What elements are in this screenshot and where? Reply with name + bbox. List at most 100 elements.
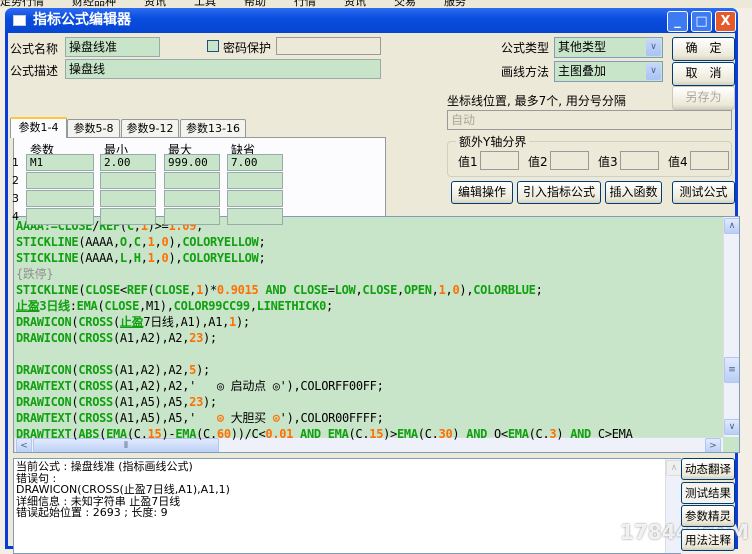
scroll-up-icon[interactable]: ∧ bbox=[724, 218, 739, 234]
maximize-button[interactable]: □ bbox=[691, 11, 712, 32]
code-token: ; bbox=[326, 299, 333, 313]
bg-menu-item: 行情 bbox=[294, 0, 316, 8]
side-button[interactable]: 参数精灵 bbox=[681, 505, 735, 527]
side-button[interactable]: 动态翻译 bbox=[681, 458, 735, 480]
code-token: C>EMA bbox=[597, 427, 633, 441]
code-token: OPEN bbox=[403, 283, 432, 297]
code-token: (AAAA, bbox=[78, 251, 120, 265]
param-cell[interactable]: M1 bbox=[26, 154, 94, 171]
extra-y-input[interactable] bbox=[690, 151, 729, 170]
test-formula-button[interactable]: 测试公式 bbox=[672, 181, 735, 204]
param-row-number: 1 bbox=[12, 156, 19, 169]
tab-params-13-16[interactable]: 参数13-16 bbox=[180, 119, 246, 138]
code-token: DRAWTEXT bbox=[16, 427, 72, 441]
extra-y-label: 值3 bbox=[598, 155, 618, 169]
cancel-button[interactable]: 取 消 bbox=[672, 62, 735, 86]
side-button[interactable]: 测试结果 bbox=[681, 481, 735, 504]
extra-y-label: 值1 bbox=[458, 155, 478, 169]
extra-y-input[interactable] bbox=[550, 151, 589, 170]
scroll-up-icon[interactable]: ∧ bbox=[666, 460, 682, 476]
extra-y-input[interactable] bbox=[480, 151, 519, 170]
code-token: ; bbox=[535, 283, 543, 297]
code-token: ( bbox=[147, 283, 155, 297]
code-token: ); bbox=[203, 395, 217, 409]
code-token: (A1,A2),A2,' ◎ 启动点 ◎'), bbox=[112, 379, 301, 393]
code-token: (C. bbox=[417, 427, 439, 441]
code-line: STICKLINE(AAAA,L,H,1,0),COLORYELLOW; bbox=[16, 250, 266, 266]
side-button[interactable]: 用法注释 bbox=[681, 528, 735, 551]
draw-select[interactable]: 主图叠加 ∨ bbox=[554, 61, 663, 82]
param-cell[interactable] bbox=[164, 190, 220, 207]
param-cell[interactable] bbox=[227, 172, 283, 189]
code-token: AND bbox=[293, 427, 328, 441]
param-cell[interactable]: 2.00 bbox=[100, 154, 156, 171]
code-token: , bbox=[249, 299, 257, 313]
param-cell[interactable]: 999.00 bbox=[164, 154, 220, 171]
insert-function-button[interactable]: 插入函数 bbox=[605, 181, 662, 204]
code-token: , bbox=[140, 235, 148, 249]
param-cell[interactable] bbox=[227, 190, 283, 207]
param-cell[interactable] bbox=[100, 190, 156, 207]
code-token: )- bbox=[161, 427, 176, 441]
code-token: , bbox=[126, 251, 134, 265]
code-token: '), bbox=[279, 411, 301, 425]
code-token: : bbox=[69, 299, 77, 313]
scroll-down-icon[interactable]: ∨ bbox=[724, 419, 739, 435]
scroll-right-icon[interactable]: > bbox=[705, 438, 721, 452]
param-cell[interactable] bbox=[26, 172, 94, 189]
tab-params-5-8[interactable]: 参数5-8 bbox=[67, 119, 120, 138]
code-token: 23 bbox=[189, 331, 203, 345]
code-token: DRAWICON bbox=[16, 331, 72, 345]
param-cell[interactable] bbox=[164, 172, 220, 189]
code-token: EMA bbox=[397, 427, 418, 441]
code-token: AND bbox=[258, 283, 294, 297]
code-token: 大胆买 bbox=[223, 411, 273, 425]
axis-input[interactable]: 自动 bbox=[447, 110, 732, 130]
name-input[interactable]: 操盘线准 bbox=[65, 37, 160, 57]
code-token: )* bbox=[203, 283, 217, 297]
code-token: CROSS bbox=[78, 411, 113, 425]
code-token: (A1,A5),A5,' bbox=[112, 411, 217, 425]
type-select[interactable]: 其他类型 ∨ bbox=[554, 37, 663, 58]
code-token: ; bbox=[258, 251, 266, 265]
param-cell[interactable] bbox=[100, 208, 156, 225]
ok-button[interactable]: 确 定 bbox=[672, 37, 735, 61]
code-token: ); bbox=[196, 363, 210, 377]
scroll-thumb[interactable]: ≡ bbox=[724, 357, 739, 383]
code-token: 15 bbox=[147, 427, 162, 441]
code-token: H bbox=[133, 251, 141, 265]
chevron-down-icon[interactable]: ∨ bbox=[646, 63, 661, 80]
code-token: COLORYELLOW bbox=[182, 235, 259, 249]
code-token: AND bbox=[459, 427, 494, 441]
code-token: EMA bbox=[76, 299, 98, 313]
save-as-button[interactable]: 另存为 bbox=[672, 86, 735, 110]
close-button[interactable]: X bbox=[715, 11, 736, 32]
param-cell[interactable] bbox=[227, 208, 283, 225]
bg-menu-item: 工具 bbox=[194, 0, 216, 8]
password-input[interactable] bbox=[276, 37, 381, 55]
name-label: 公式名称 bbox=[10, 42, 59, 56]
param-cell[interactable] bbox=[26, 190, 94, 207]
tab-params-9-12[interactable]: 参数9-12 bbox=[121, 119, 179, 138]
code-token: ))/C< bbox=[230, 427, 266, 441]
chevron-down-icon[interactable]: ∨ bbox=[646, 39, 661, 56]
vertical-scrollbar[interactable]: ∧ ≡ ∨ bbox=[723, 217, 739, 437]
code-token: (C. bbox=[348, 427, 370, 441]
extra-y-input[interactable] bbox=[620, 151, 659, 170]
code-token: LINETHICK0 bbox=[256, 299, 327, 313]
desc-input[interactable]: 操盘线 bbox=[65, 59, 381, 79]
tab-params-1-4[interactable]: 参数1-4 bbox=[10, 117, 67, 138]
title-bar[interactable]: 指标公式编辑器 _ □ X bbox=[5, 8, 738, 33]
param-cell[interactable] bbox=[100, 172, 156, 189]
code-editor[interactable]: ∧ ≡ ∨ < ⦀ > AAAA:=CLOSE/REF(C,1)>=1.09; S… bbox=[13, 216, 740, 453]
param-cell[interactable] bbox=[26, 208, 94, 225]
param-cell[interactable]: 7.00 bbox=[227, 154, 283, 171]
password-checkbox[interactable] bbox=[207, 40, 219, 52]
edit-ops-button[interactable]: 编辑操作 bbox=[451, 181, 513, 204]
code-token: ⊙ bbox=[216, 411, 224, 425]
param-cell[interactable] bbox=[164, 208, 220, 225]
code-line: STICKLINE(AAAA,O,C,1,0),COLORYELLOW; bbox=[16, 234, 266, 250]
code-token: CROSS bbox=[78, 395, 113, 409]
minimize-button[interactable]: _ bbox=[667, 11, 688, 32]
import-formula-button[interactable]: 引入指标公式 bbox=[517, 181, 601, 204]
